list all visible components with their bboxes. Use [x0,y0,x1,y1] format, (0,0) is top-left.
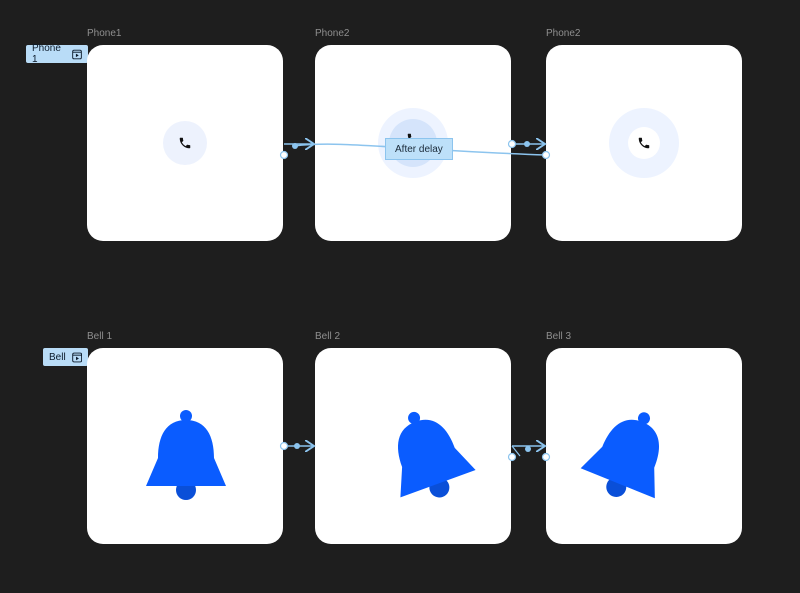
flow-start-label: Bell [49,351,66,363]
frame-bell3[interactable] [546,348,742,544]
frame-label-bell2[interactable]: Bell 2 [315,331,340,342]
frame-label-phone2-b[interactable]: Phone2 [546,28,580,39]
flow-start-label: Phone 1 [32,43,61,65]
trigger-after-delay[interactable]: After delay [385,138,453,160]
frame-phone3[interactable] [546,45,742,241]
bell-icon [146,410,226,500]
bell-icon [398,411,476,498]
connection-row2-a[interactable] [279,443,315,450]
flow-start-phone-1[interactable]: Phone 1 [26,43,88,65]
connection-row2-b[interactable] [507,446,551,462]
bell-icon [580,412,660,499]
frame-bell2[interactable] [315,348,511,544]
play-frame-icon [72,49,82,59]
frame-phone1[interactable] [87,45,283,241]
frame-label-phone2[interactable]: Phone2 [315,28,349,39]
frame-label-bell1[interactable]: Bell 1 [87,331,112,342]
frame-bell1[interactable] [87,348,283,544]
frame-label-bell3[interactable]: Bell 3 [546,331,571,342]
flow-start-bell[interactable]: Bell [43,348,88,366]
phone-icon [179,137,191,149]
frame-label-phone1[interactable]: Phone1 [87,28,121,39]
play-frame-icon [71,352,82,362]
phone-icon [638,137,650,149]
